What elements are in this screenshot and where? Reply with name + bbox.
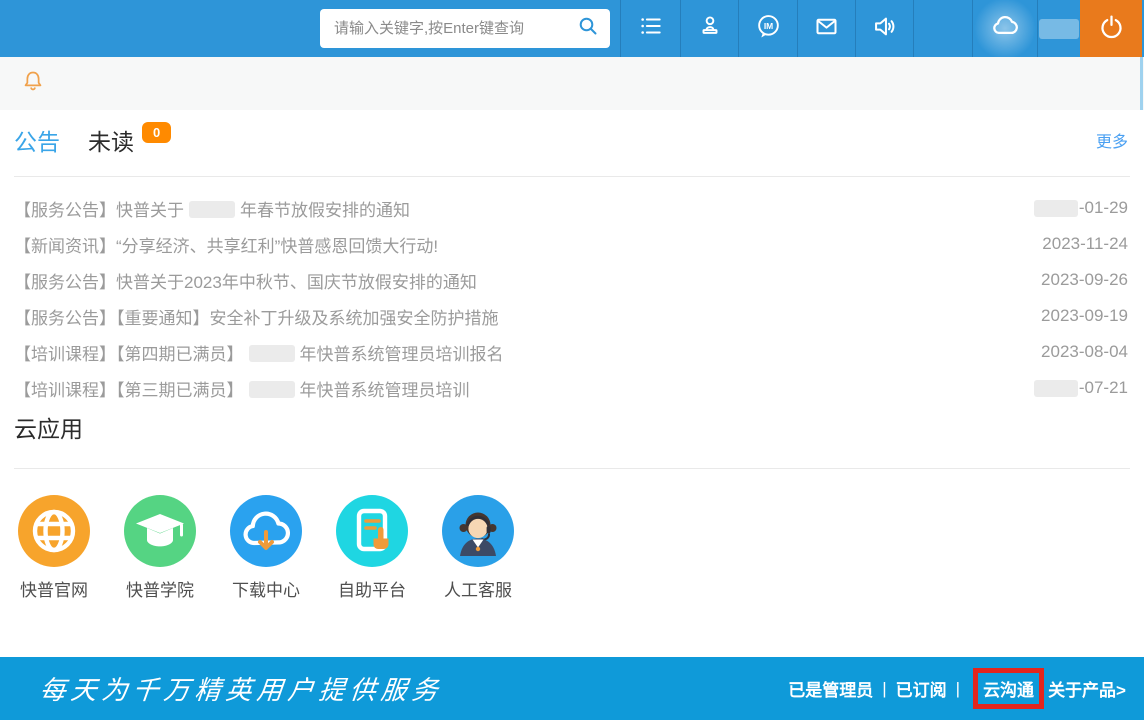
announcement-date: 2023-11-24	[1042, 234, 1128, 254]
announcement-title: 【新闻资讯】“分享经济、共享红利”快普感恩回馈大行动!	[14, 232, 438, 257]
username-redacted	[1039, 19, 1079, 39]
footer-separator: |	[882, 679, 886, 699]
person-icon	[697, 13, 723, 44]
app-customer-service[interactable]: 人工客服	[442, 495, 514, 601]
announcement-row[interactable]: 【新闻资讯】“分享经济、共享红利”快普感恩回馈大行动! 2023-11-24	[14, 226, 1128, 262]
about-product-link[interactable]: 关于产品>	[1048, 676, 1126, 701]
cloud-apps-title: 云应用	[14, 410, 83, 444]
power-icon	[1098, 13, 1125, 45]
announcement-title: 【服务公告】快普关于2023年中秋节、国庆节放假安排的通知	[14, 268, 477, 293]
cloud-download-icon	[230, 495, 302, 567]
content-panel: 公告 未读 0 更多 【服务公告】快普关于年春节放假安排的通知 -01-29 【新闻…	[0, 110, 1144, 657]
logout-button[interactable]	[1080, 0, 1142, 57]
announcement-row[interactable]: 【服务公告】快普关于2023年中秋节、国庆节放假安排的通知 2023-09-26	[14, 262, 1128, 298]
search-box[interactable]	[320, 9, 610, 48]
announcement-title: 【服务公告】快普关于年春节放假安排的通知	[14, 196, 410, 221]
app-label: 快普学院	[126, 576, 194, 601]
announcement-date: -07-21	[1034, 378, 1128, 398]
cloud-button[interactable]	[972, 0, 1037, 57]
search-input[interactable]	[332, 19, 576, 38]
announcement-title: 【培训课程】【第四期已满员】年快普系统管理员培训报名	[14, 340, 504, 365]
announcement-row[interactable]: 【培训课程】【第三期已满员】年快普系统管理员培训 -07-21	[14, 370, 1128, 406]
app-official-site[interactable]: 快普官网	[18, 495, 90, 601]
app-self-service[interactable]: 自助平台	[336, 495, 408, 601]
subscribed-link[interactable]: 已订阅	[896, 676, 947, 701]
divider	[14, 468, 1130, 469]
unread-count-badge: 0	[142, 122, 171, 143]
announcement-date: 2023-09-26	[1041, 270, 1128, 290]
app-label: 快普官网	[20, 576, 88, 601]
announcements-header: 公告 未读 0 更多	[14, 120, 1128, 160]
announcement-row[interactable]: 【服务公告】快普关于年春节放假安排的通知 -01-29	[14, 190, 1128, 226]
im-icon: IM	[755, 13, 782, 45]
app-label: 自助平台	[338, 576, 406, 601]
announcement-row[interactable]: 【服务公告】【重要通知】安全补丁升级及系统加强安全防护措施 2023-09-19	[14, 298, 1128, 334]
admin-status-link[interactable]: 已是管理员	[788, 676, 873, 701]
announce-sound-button[interactable]	[855, 0, 913, 57]
tab-announcements[interactable]: 公告	[14, 123, 60, 157]
im-button[interactable]: IM	[738, 0, 797, 57]
announcement-row[interactable]: 【培训课程】【第四期已满员】年快普系统管理员培训报名 2023-08-04	[14, 334, 1128, 370]
svg-text:IM: IM	[763, 20, 772, 30]
redacted-text	[1034, 380, 1078, 397]
announcement-date: 2023-09-19	[1041, 306, 1128, 326]
footer-slogan: 每天为千万精英用户提供服务	[38, 670, 445, 707]
user-account-button[interactable]	[1037, 0, 1080, 57]
speaker-icon	[871, 13, 898, 45]
search-icon[interactable]	[576, 14, 600, 43]
footer-links: 已是管理员 | 已订阅 | 云沟通关于产品>	[788, 668, 1126, 709]
app-label: 下载中心	[232, 576, 300, 601]
bell-icon[interactable]	[20, 68, 46, 99]
announcement-date: 2023-08-04	[1041, 342, 1128, 362]
announcement-list: 【服务公告】快普关于年春节放假安排的通知 -01-29 【新闻资讯】“分享经济、共享…	[14, 190, 1128, 406]
redacted-text	[249, 345, 295, 362]
footer-bar: 每天为千万精英用户提供服务 已是管理员 | 已订阅 | 云沟通关于产品>	[0, 657, 1144, 720]
app-download-center[interactable]: 下载中心	[230, 495, 302, 601]
more-link[interactable]: 更多	[1096, 128, 1128, 152]
app-label: 人工客服	[444, 576, 512, 601]
mail-icon	[813, 13, 840, 45]
divider	[14, 176, 1130, 177]
list-icon	[638, 13, 664, 44]
cloud-chat-link[interactable]: 云沟通	[973, 668, 1044, 709]
redacted-text	[249, 381, 295, 398]
topbar-cell-empty	[913, 0, 972, 57]
contacts-button[interactable]	[680, 0, 738, 57]
topbar: IM	[0, 0, 1144, 57]
notification-bar	[0, 57, 1144, 110]
announcement-title: 【培训课程】【第三期已满员】年快普系统管理员培训	[14, 376, 470, 401]
cloud-apps-list: 快普官网 快普学院 下载中心 自助平台 人工客服	[18, 495, 514, 601]
headset-agent-icon	[442, 495, 514, 567]
mail-button[interactable]	[797, 0, 855, 57]
main-window: IM	[0, 0, 1144, 720]
redacted-text	[189, 201, 235, 218]
app-kuaipu-academy[interactable]: 快普学院	[124, 495, 196, 601]
footer-separator: |	[956, 679, 960, 699]
self-service-doc-icon	[336, 495, 408, 567]
tab-unread[interactable]: 未读	[88, 123, 134, 157]
cloud-icon	[990, 11, 1020, 46]
announcement-title: 【服务公告】【重要通知】安全补丁升级及系统加强安全防护措施	[14, 304, 499, 329]
globe-icon	[18, 495, 90, 567]
redacted-text	[1034, 200, 1078, 217]
list-menu-button[interactable]	[620, 0, 680, 57]
graduation-cap-icon	[124, 495, 196, 567]
announcement-date: -01-29	[1034, 198, 1128, 218]
